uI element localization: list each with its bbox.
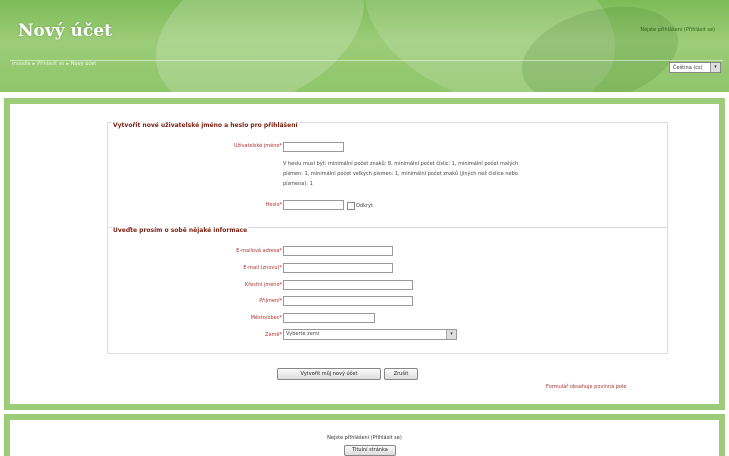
country-selected: Vyberte zemi — [286, 331, 320, 337]
navbar — [10, 60, 723, 76]
breadcrumb-current: Nový účet — [70, 61, 97, 67]
language-select[interactable]: Čeština (cs) ▾ — [669, 62, 721, 73]
fieldset-account-legend: Vytvořit nové uživatelské jméno a heslo … — [112, 122, 299, 129]
unmask-label: Odkrýt — [356, 203, 373, 209]
email2-label: E-mail (znovu)* — [243, 265, 282, 271]
footer-login-info[interactable]: Nejste přihlášeni (Přihlásit se) — [10, 435, 719, 441]
chevron-down-icon: ▾ — [446, 330, 456, 339]
fieldset-account: Vytvořit nové uživatelské jméno a heslo … — [107, 122, 668, 228]
main-content: Vytvořit nové uživatelské jméno a heslo … — [4, 98, 725, 410]
city-input[interactable] — [283, 313, 375, 323]
breadcrumb-login-link[interactable]: Přihlásit se — [37, 61, 64, 67]
username-label: Uživatelské jméno* — [233, 143, 282, 149]
country-label: Země* — [265, 332, 282, 338]
unmask-checkbox[interactable] — [347, 202, 355, 210]
password-input[interactable] — [283, 200, 344, 210]
firstname-label: Křestní jméno* — [244, 282, 282, 288]
page-title: Nový účet — [18, 21, 112, 41]
password-label: Heslo* — [265, 202, 282, 208]
login-info[interactable]: Nejste přihlášeni (Přihlásit se) — [640, 27, 715, 33]
password-rules: V heslu musí být: minimální počet znaků:… — [283, 161, 519, 187]
chevron-down-icon: ▾ — [710, 63, 720, 72]
breadcrumb-home-link[interactable]: moodle — [12, 61, 31, 67]
cancel-button[interactable]: Zrušit — [384, 368, 418, 380]
city-label: Město/obec* — [250, 315, 282, 321]
lastname-label: Příjmení* — [259, 298, 282, 304]
country-select[interactable]: Vyberte zemi ▾ — [283, 329, 457, 340]
email2-input[interactable] — [283, 263, 393, 273]
page-footer: Nejste přihlášeni (Přihlásit se) Titulní… — [4, 414, 725, 456]
email-label: E-mailová adresa* — [236, 248, 282, 254]
home-button[interactable]: Titulní stránka — [344, 445, 396, 456]
breadcrumb: moodle ▸ Přihlásit se ▸ Nový účet — [12, 61, 97, 67]
fieldset-profile: Uveďte prosím o sobě nějaké informace E-… — [107, 227, 668, 354]
firstname-input[interactable] — [283, 280, 413, 290]
page-header: Nový účet Nejste přihlášeni (Přihlásit s… — [0, 0, 729, 92]
language-selected: Čeština (cs) — [673, 65, 703, 71]
fieldset-profile-legend: Uveďte prosím o sobě nějaké informace — [112, 227, 249, 234]
lastname-input[interactable] — [283, 296, 413, 306]
required-fields-note: Formulář obsahuje povinná pole — [546, 384, 627, 390]
email-input[interactable] — [283, 246, 393, 256]
username-input[interactable] — [283, 142, 344, 152]
create-account-button[interactable]: Vytvořit můj nový účet — [277, 368, 381, 380]
